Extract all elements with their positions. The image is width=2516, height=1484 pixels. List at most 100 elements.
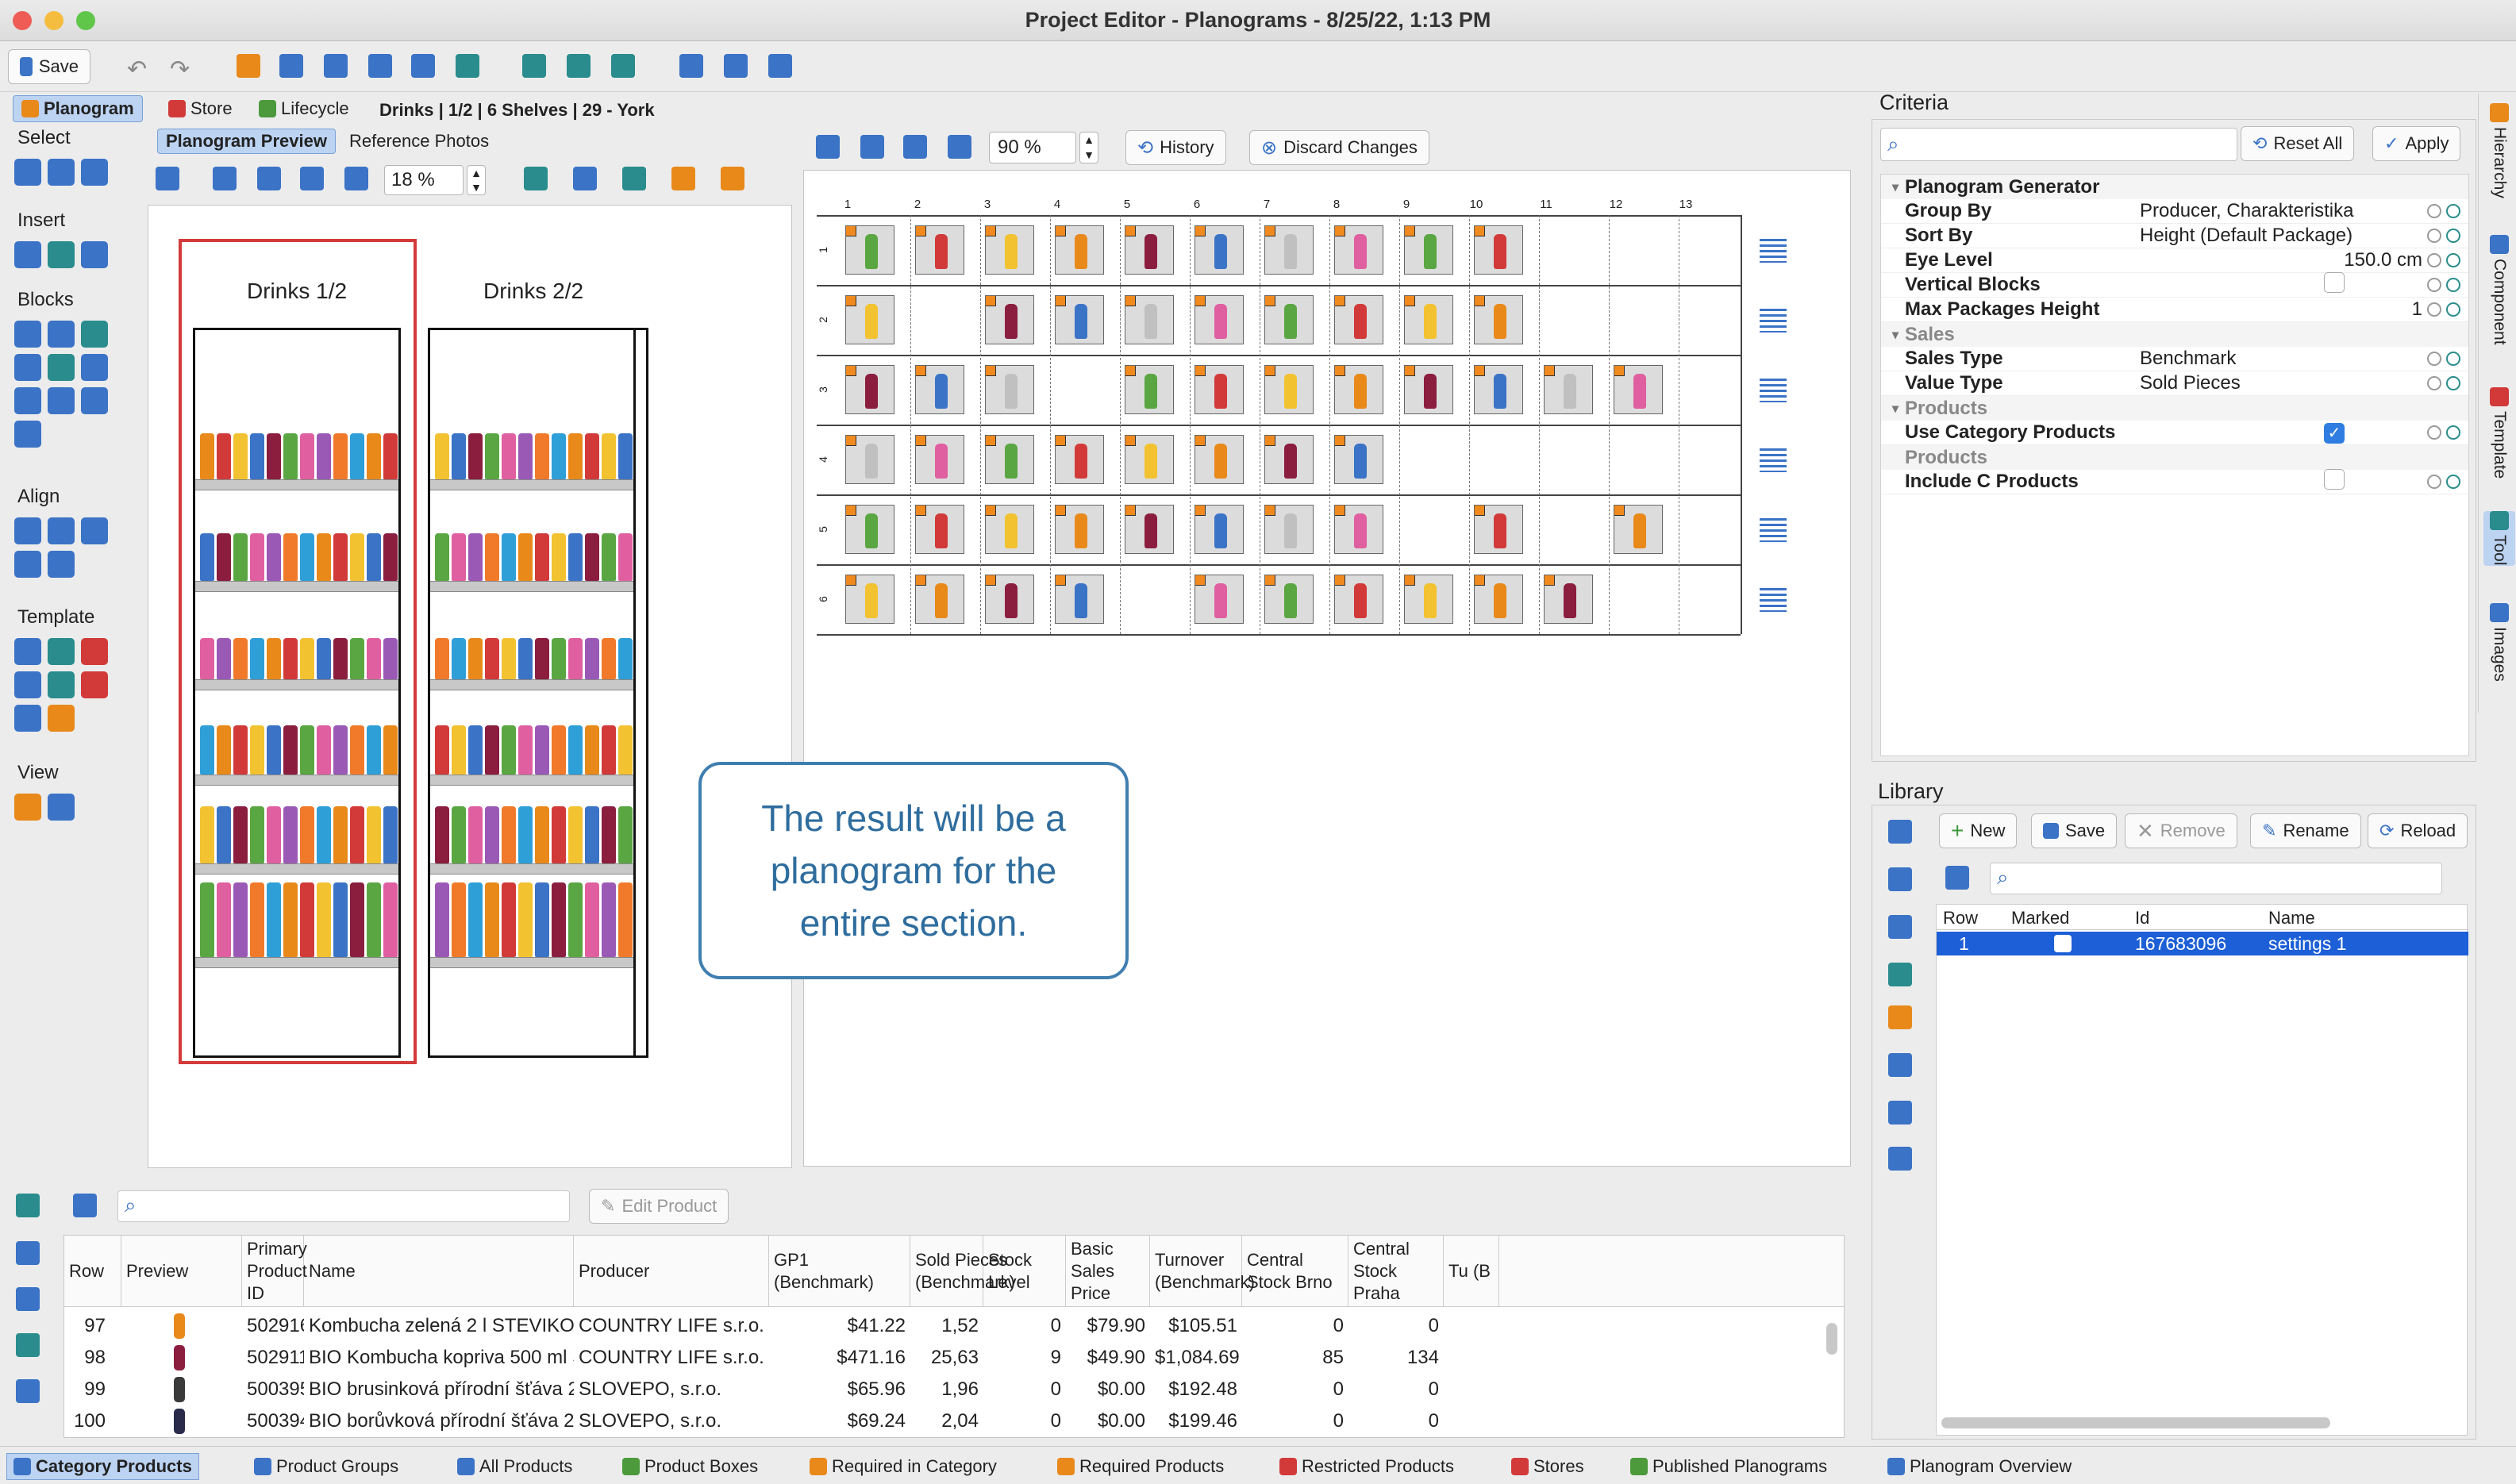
insert-xo-icon[interactable] <box>48 241 75 268</box>
product-facing[interactable] <box>350 533 364 581</box>
reset-all-button[interactable]: ⟲ Reset All <box>2241 126 2355 161</box>
product-facing[interactable] <box>233 638 248 679</box>
resize-handle[interactable] <box>1056 436 1066 446</box>
org-chart-icon[interactable] <box>721 167 744 190</box>
resize-handle[interactable] <box>846 296 856 306</box>
product-facing[interactable] <box>233 533 248 581</box>
grid-zoom-out-icon[interactable] <box>860 135 884 159</box>
table-row[interactable]: 100 500394BIO borůvková přírodní šťáva 25… <box>64 1405 1844 1437</box>
reset-icon[interactable] <box>2427 352 2441 366</box>
xo-preview-icon[interactable] <box>622 167 646 190</box>
row-menu-icon[interactable] <box>1760 588 1787 612</box>
product-facing[interactable] <box>468 533 483 581</box>
help-icon[interactable] <box>16 1287 40 1311</box>
block-link-icon[interactable] <box>14 421 41 448</box>
product-cell[interactable] <box>845 225 894 275</box>
product-cell[interactable] <box>1334 435 1383 484</box>
discard-changes-button[interactable]: ⊗ Discard Changes <box>1249 130 1429 165</box>
product-facing[interactable] <box>502 882 516 957</box>
library-check-icon[interactable] <box>1888 820 1912 844</box>
align-center-icon[interactable] <box>48 517 75 544</box>
products-scrollbar[interactable] <box>1826 1323 1837 1355</box>
product-cell[interactable] <box>1195 365 1244 414</box>
product-facing[interactable] <box>435 806 449 863</box>
preview-zoom-field[interactable]: 18 % <box>384 165 464 195</box>
product-facing[interactable] <box>283 882 298 957</box>
resize-handle[interactable] <box>1195 296 1206 306</box>
product-facing[interactable] <box>602 638 616 679</box>
product-facing[interactable] <box>317 638 331 679</box>
product-facing[interactable] <box>518 725 533 775</box>
product-facing[interactable] <box>618 533 633 581</box>
product-facing[interactable] <box>367 533 381 581</box>
row-menu-icon[interactable] <box>1760 518 1787 542</box>
product-facing[interactable] <box>367 638 381 679</box>
pin-icon[interactable] <box>2446 376 2460 390</box>
resize-handle[interactable] <box>986 575 996 586</box>
product-cell[interactable] <box>1474 295 1523 344</box>
save-button[interactable]: Save <box>8 49 90 84</box>
product-facing[interactable] <box>350 806 364 863</box>
product-facing[interactable] <box>568 433 583 479</box>
resize-handle[interactable] <box>846 226 856 236</box>
export-icon[interactable] <box>156 167 179 190</box>
product-facing[interactable] <box>267 725 281 775</box>
bottom-tab[interactable]: Required Products <box>1051 1453 1230 1480</box>
library-table-icon[interactable] <box>1945 866 1969 890</box>
product-facing[interactable] <box>283 433 298 479</box>
template-6-icon[interactable] <box>81 671 108 698</box>
history-button[interactable]: ⟲ History <box>1125 130 1226 165</box>
product-facing[interactable] <box>200 433 214 479</box>
svg-export-icon[interactable] <box>671 167 695 190</box>
resize-handle[interactable] <box>986 436 996 446</box>
resize-handle[interactable] <box>986 226 996 236</box>
align-right-icon[interactable] <box>81 517 108 544</box>
insert-shelf-icon[interactable] <box>14 241 41 268</box>
resize-handle[interactable] <box>1195 436 1206 446</box>
select-tool-icon[interactable] <box>14 159 41 186</box>
product-cell[interactable] <box>915 575 964 624</box>
product-cell[interactable] <box>1125 295 1174 344</box>
product-facing[interactable] <box>552 433 566 479</box>
product-facing[interactable] <box>333 806 348 863</box>
product-cell[interactable] <box>1614 505 1663 554</box>
chart-icon[interactable] <box>522 54 546 78</box>
undo-icon[interactable]: ↶ <box>127 56 147 83</box>
product-facing[interactable] <box>452 533 466 581</box>
product-facing[interactable] <box>250 806 264 863</box>
product-cell[interactable] <box>1474 505 1523 554</box>
bottom-tab[interactable]: Category Products <box>6 1453 199 1480</box>
products-column-header[interactable]: Producer <box>574 1236 769 1307</box>
product-facing[interactable] <box>618 882 633 957</box>
resize-handle[interactable] <box>1265 296 1275 306</box>
reset-icon[interactable] <box>2427 229 2441 243</box>
product-facing[interactable] <box>452 882 466 957</box>
resize-handle[interactable] <box>1265 226 1275 236</box>
resize-handle[interactable] <box>1125 296 1136 306</box>
zoom-actual-icon[interactable] <box>344 167 368 190</box>
view-list-icon[interactable] <box>48 794 75 821</box>
product-cell[interactable] <box>1404 365 1453 414</box>
product-facing[interactable] <box>333 638 348 679</box>
product-facing[interactable] <box>535 725 549 775</box>
product-facing[interactable] <box>200 638 214 679</box>
resize-handle[interactable] <box>986 506 996 516</box>
product-facing[interactable] <box>568 882 583 957</box>
grid-zoom-stepper[interactable]: ▲ ▼ <box>1079 132 1098 163</box>
bottom-tab[interactable]: Stores <box>1505 1453 1591 1480</box>
resize-handle[interactable] <box>1195 575 1206 586</box>
product-facing[interactable] <box>217 638 231 679</box>
multi-select-icon[interactable] <box>48 159 75 186</box>
copy-icon[interactable] <box>16 1241 40 1265</box>
product-cell[interactable] <box>845 365 894 414</box>
product-facing[interactable] <box>585 533 599 581</box>
resize-handle[interactable] <box>916 575 926 586</box>
cursor-icon[interactable] <box>16 1333 40 1357</box>
criteria-value[interactable]: Producer, Charakteristika <box>2135 200 2422 222</box>
resize-handle[interactable] <box>1265 366 1275 376</box>
bottom-tab[interactable]: Product Boxes <box>616 1453 764 1480</box>
product-facing[interactable] <box>317 725 331 775</box>
insert-text-icon[interactable] <box>81 241 108 268</box>
product-facing[interactable] <box>333 725 348 775</box>
product-facing[interactable] <box>333 433 348 479</box>
